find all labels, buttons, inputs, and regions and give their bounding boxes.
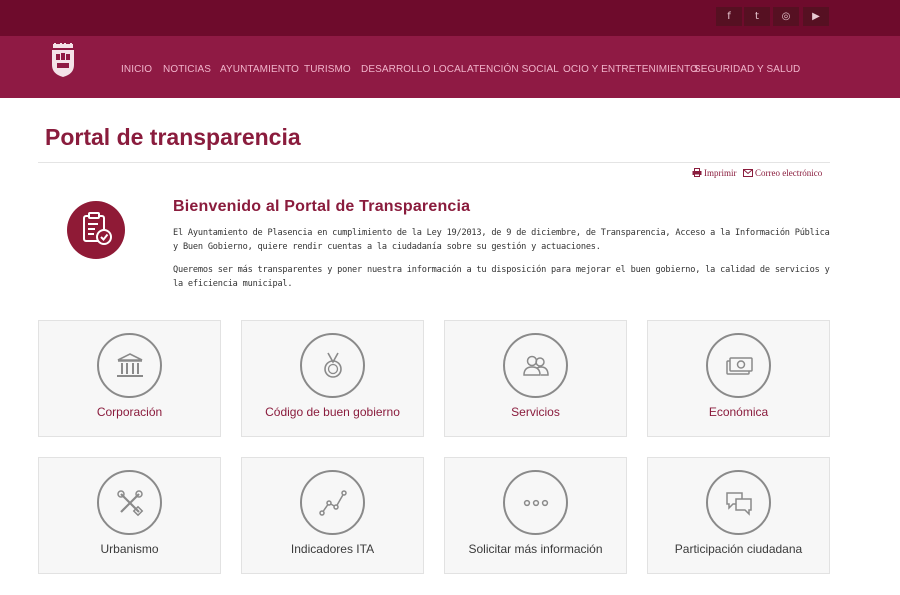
print-link[interactable]: Imprimir — [692, 168, 737, 178]
city-logo[interactable] — [50, 43, 76, 77]
people-icon — [523, 355, 549, 376]
card-codigo-buen-gobierno[interactable]: Código de buen gobierno — [241, 320, 424, 437]
card-participacion-ciudadana[interactable]: Participación ciudadana — [647, 457, 830, 574]
nav-desarrollo-local[interactable]: DESARROLLO LOCAL — [361, 64, 467, 75]
card-label: Servicios — [511, 405, 560, 419]
transparency-badge — [67, 201, 125, 259]
document-check-icon — [83, 212, 112, 245]
envelope-icon — [743, 169, 753, 177]
card-label: Código de buen gobierno — [265, 405, 400, 419]
card-icon-circle — [503, 333, 568, 398]
card-icon-circle — [300, 333, 365, 398]
card-label: Económica — [708, 405, 769, 419]
card-indicadores-ita[interactable]: Indicadores ITA — [241, 457, 424, 574]
card-corporacion[interactable]: Corporación — [38, 320, 221, 437]
card-icon-circle — [97, 470, 162, 535]
card-label: Solicitar más información — [468, 542, 603, 556]
instagram-icon[interactable]: ◎ — [773, 7, 799, 26]
intro-paragraph-2: Queremos ser más transparentes y poner n… — [173, 265, 830, 289]
card-icon-circle — [706, 470, 771, 535]
card-icon-circle — [706, 333, 771, 398]
card-solicitar-informacion[interactable]: Solicitar más información — [444, 457, 627, 574]
intro-title: Bienvenido al Portal de Transparencia — [173, 198, 471, 215]
youtube-icon[interactable]: ▶ — [803, 7, 829, 26]
card-urbanismo[interactable]: Urbanismo — [38, 457, 221, 574]
card-label: Indicadores ITA — [290, 542, 375, 556]
chat-icon — [726, 492, 752, 516]
card-icon-circle — [97, 333, 162, 398]
card-servicios[interactable]: Servicios — [444, 320, 627, 437]
nav-atencion-social[interactable]: ATENCIÓN SOCIAL — [467, 64, 559, 75]
shield-crest-icon — [52, 43, 74, 77]
print-label: Imprimir — [704, 168, 737, 178]
money-icon — [726, 357, 753, 375]
title-divider — [38, 162, 830, 163]
printer-icon — [692, 168, 702, 177]
card-economica[interactable]: Económica — [647, 320, 830, 437]
institution-icon — [117, 353, 143, 377]
email-link[interactable]: Correo electrónico — [743, 168, 822, 178]
email-label: Correo electrónico — [755, 168, 823, 178]
card-icon-circle — [300, 470, 365, 535]
nav-inicio[interactable]: INICIO — [121, 64, 152, 75]
twitter-icon[interactable]: t — [744, 7, 770, 26]
page-title: Portal de transparencia — [45, 124, 301, 150]
nav-seguridad-salud[interactable]: SEGURIDAD Y SALUD — [694, 64, 800, 75]
nav-noticias[interactable]: NOTICIAS — [163, 64, 211, 75]
line-chart-icon — [319, 490, 347, 516]
card-label: Participación ciudadana — [674, 542, 803, 556]
nav-ocio-entretenimiento[interactable]: OCIO Y ENTRETENIMIENTO — [563, 64, 698, 75]
card-icon-circle — [503, 470, 568, 535]
card-label: Corporación — [96, 405, 163, 419]
nav-ayuntamiento[interactable]: AYUNTAMIENTO — [220, 64, 299, 75]
nav-turismo[interactable]: TURISMO — [304, 64, 351, 75]
card-label: Urbanismo — [100, 542, 159, 556]
facebook-icon[interactable]: f — [716, 7, 742, 26]
tools-icon — [117, 490, 144, 517]
medal-icon — [324, 352, 342, 378]
intro-paragraph-1: El Ayuntamiento de Plasencia en cumplimi… — [173, 228, 830, 252]
more-icon — [523, 499, 549, 507]
